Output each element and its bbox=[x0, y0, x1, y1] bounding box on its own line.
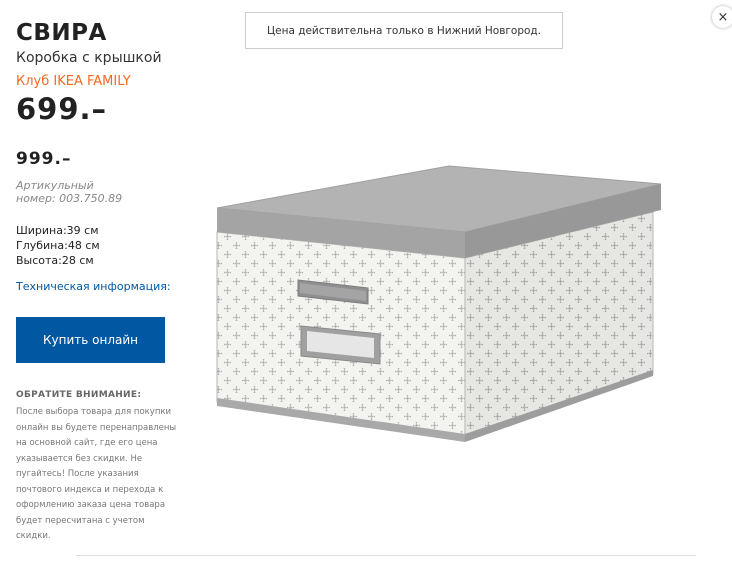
notice-line: оформлению заказа цена товара bbox=[16, 500, 166, 510]
product-image bbox=[216, 165, 662, 442]
notice-line: на основной сайт, где его цена bbox=[16, 438, 158, 448]
divider bbox=[76, 555, 696, 556]
regular-price: 999.– bbox=[16, 149, 72, 169]
notice-line: онлайн вы будете перенаправлены bbox=[16, 422, 177, 433]
notice-line: будет пересчитана с учетом bbox=[16, 515, 145, 526]
dimension-height: Высота:28 см bbox=[16, 254, 94, 267]
dimensions: Ширина:39 см Глубина:48 см Высота:28 см bbox=[16, 223, 100, 268]
family-price: 699.– bbox=[16, 92, 108, 126]
city-price-notice: Цена действительна только в Нижний Новго… bbox=[245, 12, 563, 49]
notice-line: указывается без скидки. Не bbox=[16, 453, 143, 464]
article-number: Артикульный номер: 003.750.89 bbox=[16, 179, 146, 205]
dimension-width: Ширина:39 см bbox=[16, 224, 99, 237]
notice-line: После выбора товара для покупки bbox=[16, 407, 172, 417]
notice-line: почтового индекса и перехода к bbox=[16, 484, 164, 495]
product-description: Коробка с крышкой bbox=[16, 50, 162, 66]
notice-heading: ОБРАТИТЕ ВНИМАНИЕ: bbox=[16, 390, 142, 400]
product-name: СВИРА bbox=[16, 20, 107, 46]
family-club-label: Клуб IKEA FAMILY bbox=[16, 74, 131, 89]
notice-line: скидки. bbox=[16, 531, 51, 541]
dimension-depth: Глубина:48 см bbox=[16, 239, 100, 252]
notice-line: пугайтесь! После указания bbox=[16, 469, 139, 479]
buy-online-button[interactable]: Купить онлайн bbox=[16, 317, 165, 363]
article-label: Артикульный bbox=[16, 179, 94, 192]
article-value: номер: 003.750.89 bbox=[16, 192, 123, 205]
tech-info-link[interactable]: Техническая информация: bbox=[16, 280, 171, 293]
notice-text: После выбора товара для покупки онлайн в… bbox=[16, 405, 188, 545]
close-icon[interactable]: × bbox=[712, 6, 732, 28]
